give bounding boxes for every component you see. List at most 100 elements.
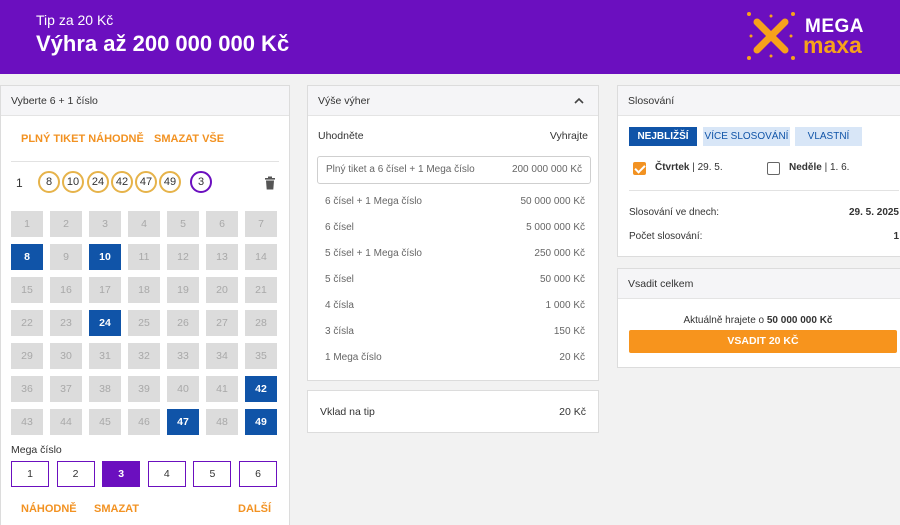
number-cell-33[interactable]: 33 [167, 343, 199, 369]
number-cell-13[interactable]: 13 [206, 244, 238, 270]
draw-count-value: 1 [893, 231, 899, 242]
number-cell-23[interactable]: 23 [50, 310, 82, 336]
number-cell-34[interactable]: 34 [206, 343, 238, 369]
prize-value: 50 000 Kč [539, 274, 585, 285]
mega-number-label: Mega číslo [11, 444, 62, 456]
mega-cell-2[interactable]: 2 [56, 461, 95, 487]
prize-value: 150 Kč [553, 326, 585, 337]
prize-label: 5 čísel [325, 274, 354, 285]
mega-cell-5[interactable]: 5 [193, 461, 232, 487]
prize-label: 4 čísla [325, 300, 354, 311]
mega-cell-1[interactable]: 1 [11, 461, 49, 487]
number-cell-29[interactable]: 29 [11, 343, 43, 369]
random-full-ticket-button[interactable]: PLNÝ TIKET NÁHODNĚ [21, 133, 144, 145]
number-cell-3[interactable]: 3 [89, 211, 121, 237]
number-cell-45[interactable]: 45 [89, 409, 121, 435]
number-cell-40[interactable]: 40 [167, 376, 199, 402]
number-cell-49[interactable]: 49 [245, 409, 277, 435]
tab-more-draws[interactable]: VÍCE SLOSOVÁNÍ [703, 127, 790, 146]
number-cell-2[interactable]: 2 [50, 211, 82, 237]
number-cell-14[interactable]: 14 [245, 244, 277, 270]
draw-panel-title: Slosování [618, 86, 900, 116]
number-cell-43[interactable]: 43 [11, 409, 43, 435]
tab-nearest[interactable]: NEJBLIŽŠÍ [629, 127, 697, 146]
next-button[interactable]: DALŠÍ [238, 503, 271, 515]
number-cell-28[interactable]: 28 [245, 310, 277, 336]
number-cell-5[interactable]: 5 [167, 211, 199, 237]
number-cell-12[interactable]: 12 [167, 244, 199, 270]
number-cell-22[interactable]: 22 [11, 310, 43, 336]
prize-row: 6 čísel 5 000 000 Kč [325, 222, 585, 233]
number-cell-41[interactable]: 41 [206, 376, 238, 402]
prizes-panel-title[interactable]: Výše výher [308, 86, 598, 116]
number-cell-42[interactable]: 42 [245, 376, 277, 402]
day-thursday: Čtvrtek | 29. 5. [655, 162, 723, 173]
draw-panel: Slosování NEJBLIŽŠÍ VÍCE SLOSOVÁNÍ VLAST… [617, 85, 900, 257]
number-cell-4[interactable]: 4 [128, 211, 160, 237]
number-cell-1[interactable]: 1 [11, 211, 43, 237]
number-cell-46[interactable]: 46 [128, 409, 160, 435]
number-cell-31[interactable]: 31 [89, 343, 121, 369]
app-header: Tip za 20 Kč Výhra až 200 000 000 Kč MEG… [0, 0, 900, 74]
number-cell-16[interactable]: 16 [50, 277, 82, 303]
number-cell-9[interactable]: 9 [50, 244, 82, 270]
number-cell-38[interactable]: 38 [89, 376, 121, 402]
number-cell-37[interactable]: 37 [50, 376, 82, 402]
number-cell-36[interactable]: 36 [11, 376, 43, 402]
picked-number: 49 [159, 171, 181, 193]
number-cell-21[interactable]: 21 [245, 277, 277, 303]
prize-row: 4 čísla 1 000 Kč [325, 300, 585, 311]
number-cell-47[interactable]: 47 [167, 409, 199, 435]
trash-icon[interactable] [264, 176, 276, 190]
prize-row: 5 čísel + 1 Mega číslo 250 000 Kč [325, 248, 585, 259]
number-cell-26[interactable]: 26 [167, 310, 199, 336]
mega-cell-6[interactable]: 6 [239, 461, 277, 487]
number-cell-8[interactable]: 8 [11, 244, 43, 270]
divider [629, 190, 899, 191]
number-cell-20[interactable]: 20 [206, 277, 238, 303]
clear-button[interactable]: SMAZAT [94, 503, 139, 515]
number-cell-27[interactable]: 27 [206, 310, 238, 336]
bet-button[interactable]: VSADIT 20 KČ [629, 330, 897, 353]
tab-custom[interactable]: VLASTNÍ [795, 127, 862, 146]
header-title: Výhra až 200 000 000 Kč [36, 31, 290, 56]
number-cell-18[interactable]: 18 [128, 277, 160, 303]
day-thursday-date: | 29. 5. [689, 162, 723, 173]
picked-mega-number: 3 [190, 171, 212, 193]
checkbox-sunday[interactable] [767, 162, 780, 175]
picked-number: 47 [135, 171, 157, 193]
mega-cell-3[interactable]: 3 [102, 461, 141, 487]
number-cell-35[interactable]: 35 [245, 343, 277, 369]
mega-cell-4[interactable]: 4 [147, 461, 186, 487]
playing-prefix: Aktuálně hrajete o [683, 315, 767, 326]
col-guess: Uhodněte [318, 130, 364, 142]
checkbox-thursday[interactable] [633, 162, 646, 175]
number-cell-19[interactable]: 19 [167, 277, 199, 303]
stake-value: 20 Kč [559, 406, 586, 418]
number-cell-44[interactable]: 44 [50, 409, 82, 435]
prize-row: 5 čísel 50 000 Kč [325, 274, 585, 285]
number-cell-48[interactable]: 48 [206, 409, 238, 435]
prize-row: 3 čísla 150 Kč [325, 326, 585, 337]
clear-all-button[interactable]: SMAZAT VŠE [154, 133, 224, 145]
number-cell-25[interactable]: 25 [128, 310, 160, 336]
number-cell-11[interactable]: 11 [128, 244, 160, 270]
prize-label: 6 čísel + 1 Mega číslo [325, 196, 422, 207]
number-cell-15[interactable]: 15 [11, 277, 43, 303]
number-cell-7[interactable]: 7 [245, 211, 277, 237]
draw-days-label: Slosování ve dnech: [629, 207, 720, 218]
chevron-up-icon[interactable] [574, 96, 584, 106]
ticket-panel: Vyberte 6 + 1 číslo PLNÝ TIKET NÁHODNĚ S… [0, 85, 290, 525]
playing-for-text: Aktuálně hrajete o 50 000 000 Kč [618, 315, 898, 326]
number-cell-24[interactable]: 24 [89, 310, 121, 336]
prize-label: 3 čísla [325, 326, 354, 337]
number-cell-30[interactable]: 30 [50, 343, 82, 369]
prizes-header-row: Uhodněte Vyhrajte [308, 130, 598, 142]
number-cell-32[interactable]: 32 [128, 343, 160, 369]
number-cell-17[interactable]: 17 [89, 277, 121, 303]
number-cell-39[interactable]: 39 [128, 376, 160, 402]
number-cell-10[interactable]: 10 [89, 244, 121, 270]
random-button[interactable]: NÁHODNĚ [21, 503, 77, 515]
number-cell-6[interactable]: 6 [206, 211, 238, 237]
megamaxa-logo[interactable]: MEGA maxa [745, 10, 875, 62]
